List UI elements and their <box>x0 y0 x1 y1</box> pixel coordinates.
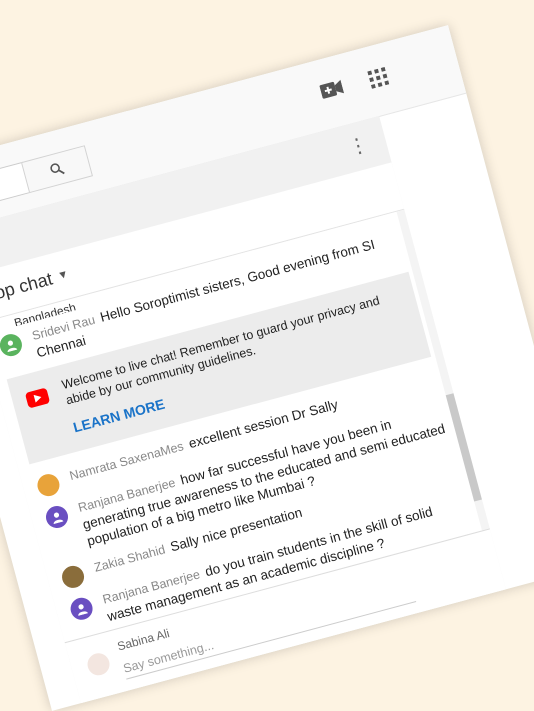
avatar[interactable] <box>34 471 62 499</box>
user-avatar <box>85 650 112 678</box>
avatar[interactable] <box>68 595 96 623</box>
top-chat-dropdown[interactable]: Top chat <box>0 268 55 306</box>
more-options-icon[interactable]: ⋮ <box>346 133 371 159</box>
search-icon <box>50 163 65 175</box>
search-button[interactable] <box>20 145 93 194</box>
apps-grid-icon[interactable] <box>367 66 390 94</box>
avatar[interactable] <box>43 503 71 531</box>
youtube-page: ⋮ Top chat ▼ Bangladesh Sridevi RauHello… <box>0 25 534 711</box>
youtube-logo-icon <box>24 387 51 409</box>
live-chat-panel: ⋮ Top chat ▼ Bangladesh Sridevi RauHello… <box>0 115 507 705</box>
dropdown-caret-icon[interactable]: ▼ <box>56 268 70 282</box>
avatar[interactable] <box>59 563 87 591</box>
avatar[interactable] <box>0 331 25 359</box>
video-camera-plus-icon[interactable] <box>319 79 346 105</box>
